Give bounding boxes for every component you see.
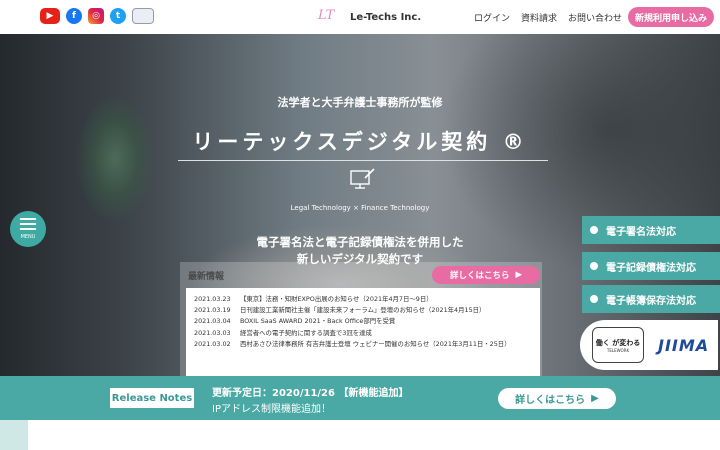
release-date: 更新予定日：2020/11/26 【新機能追加】 (212, 388, 409, 399)
news-date: 2021.03.19 (194, 306, 231, 315)
hamburger-icon-bar (20, 228, 36, 230)
feature-electronic-claims-law[interactable]: 電子記録債権法対応 (582, 252, 720, 280)
telework-badge-title: 働く が変わる (595, 338, 641, 347)
news-date: 2021.03.23 (194, 295, 231, 303)
news-title: BOXIL SaaS AWARD 2021・Back Office部門を受賞 (240, 317, 396, 326)
news-more-label: 詳しくはこちら (449, 271, 510, 281)
footer-accent (0, 420, 28, 450)
telework-badge[interactable]: 働く が変わる TELEWORK (592, 327, 644, 363)
release-feature: IPアドレス制限機能追加！ (212, 404, 331, 415)
release-notes-bar: Release Notes 更新予定日：2020/11/26 【新機能追加】 I… (0, 376, 720, 420)
social-links: ▶ f ◎ t (40, 8, 154, 24)
signup-button[interactable]: 新規利用申し込み (628, 7, 714, 27)
news-item[interactable]: 2021.03.19 日刊建設工業新聞社主催「建設未来フォーラム」登壇のお知らせ… (194, 305, 534, 316)
news-item[interactable]: 2021.03.23 【東京】法務・知財EXPO出展のお知らせ（2021年4月7… (194, 294, 534, 305)
facebook-icon[interactable]: f (66, 8, 82, 24)
site-header: ▶ f ◎ t LT Le-Techs Inc. ログイン 資料請求 お問い合わ… (0, 0, 720, 34)
menu-button[interactable]: MENU (10, 211, 46, 247)
news-item[interactable]: 2021.03.02 西村あさひ法律事務所 有吉弁護士登壇 ウェビナー開催のお知… (194, 339, 534, 350)
news-item[interactable]: 2021.03.03 経営者への電子契約に関する調査で3冠を達成 (194, 328, 534, 339)
news-title: 西村あさひ法律事務所 有吉弁護士登壇 ウェビナー開催のお知らせ（2021年3月1… (240, 339, 511, 348)
arrow-right-icon: ▶ (591, 393, 599, 404)
news-title: 【東京】法務・知財EXPO出展のお知らせ（2021年4月7日〜9日） (240, 295, 433, 303)
release-notes-label: Release Notes (110, 388, 194, 408)
news-list: 2021.03.23 【東京】法務・知財EXPO出展のお知らせ（2021年4月7… (186, 288, 540, 376)
feature-electronic-books-law[interactable]: 電子帳簿保存法対応 (582, 285, 720, 313)
feature-label: 電子記録債権法対応 (606, 262, 696, 274)
news-date: 2021.03.02 (194, 339, 231, 348)
news-date: 2021.03.04 (194, 317, 231, 326)
feature-label: 電子署名法対応 (606, 226, 676, 238)
nav-contact[interactable]: お問い合わせ (568, 11, 622, 24)
nav-login[interactable]: ログイン (474, 11, 510, 24)
instagram-icon[interactable]: ◎ (88, 8, 104, 24)
computer-pen-icon (350, 168, 375, 189)
telework-badge-sub: TELEWORK (606, 347, 630, 353)
hamburger-icon (20, 218, 36, 220)
logo-text: Le-Techs Inc. (350, 11, 422, 23)
jiima-logo[interactable]: JIIMA (658, 336, 709, 355)
hamburger-icon-bar (20, 223, 36, 225)
news-date: 2021.03.03 (194, 328, 231, 337)
hero-subtitle: Legal Technology × Finance Technology (290, 204, 430, 212)
twitter-icon[interactable]: t (110, 8, 126, 24)
youtube-icon[interactable]: ▶ (40, 8, 60, 24)
news-title: 日刊建設工業新聞社主催「建設未来フォーラム」登壇のお知らせ（2021年4月15日… (240, 306, 486, 315)
feature-label: 電子帳簿保存法対応 (606, 295, 696, 307)
logo-mark-icon: LT (318, 8, 335, 23)
feature-esign-law[interactable]: 電子署名法対応 (582, 216, 720, 244)
bullet-icon (590, 295, 598, 303)
site-logo[interactable]: LT Le-Techs Inc. (318, 8, 421, 26)
bullet-icon (590, 262, 598, 270)
building-icon[interactable] (132, 8, 154, 24)
release-more-label: 詳しくはこちら (515, 395, 586, 406)
menu-label: MENU (20, 234, 36, 240)
title-divider (178, 160, 548, 161)
nav-request-docs[interactable]: 資料請求 (521, 11, 557, 24)
news-heading: 最新情報 (188, 272, 225, 282)
header-nav: ログイン 資料請求 お問い合わせ (474, 11, 622, 24)
release-more-button[interactable]: 詳しくはこちら ▶ (498, 388, 616, 409)
hero-tagline: 法学者と大手弁護士事務所が監修 (277, 96, 443, 109)
certification-badges: 働く が変わる TELEWORK JIIMA (580, 320, 718, 370)
news-item[interactable]: 2021.03.04 BOXIL SaaS AWARD 2021・Back Of… (194, 316, 534, 327)
product-title: リーテックスデジタル契約 ® (192, 130, 528, 154)
bullet-icon (590, 226, 598, 234)
news-title: 経営者への電子契約に関する調査で3冠を達成 (240, 328, 372, 337)
news-panel: 最新情報 詳しくはこちら ▶ 2021.03.23 【東京】法務・知財EXPO出… (180, 262, 542, 380)
news-more-button[interactable]: 詳しくはこちら ▶ (432, 266, 540, 284)
arrow-right-icon: ▶ (515, 270, 523, 280)
